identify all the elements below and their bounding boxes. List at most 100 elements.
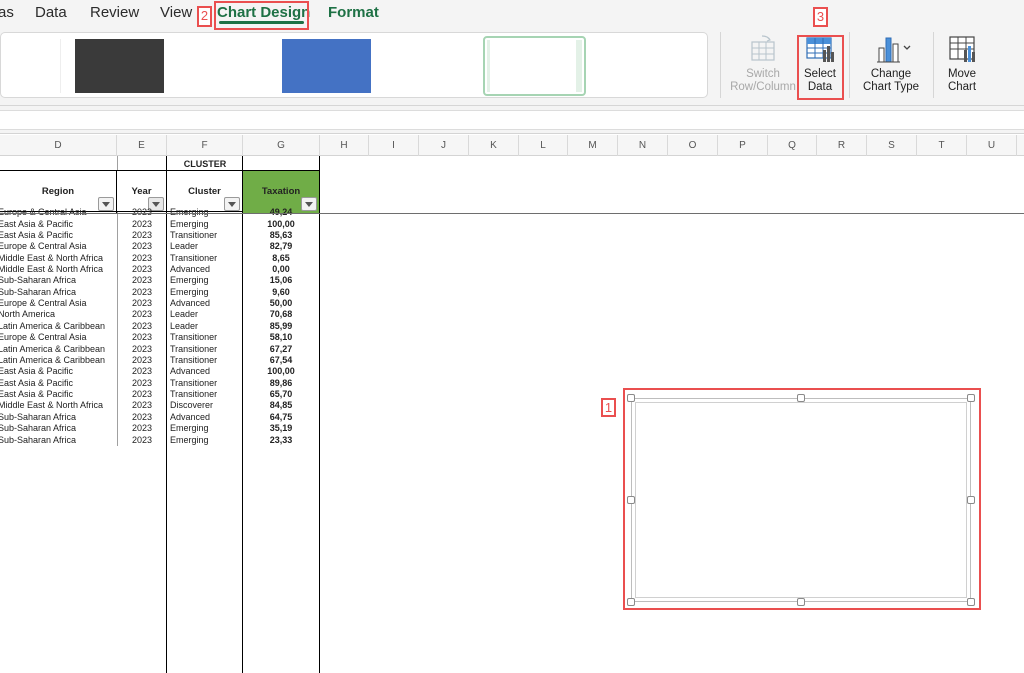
cell-cluster: Advanced [170, 263, 211, 274]
column-header-h[interactable]: H [320, 135, 369, 156]
cell-region: Middle East & North Africa [0, 263, 104, 274]
cell-taxation: 49,24 [269, 207, 293, 217]
cell-year: 2023 [131, 241, 153, 252]
column-header-g[interactable]: G [243, 135, 320, 156]
table-row[interactable]: Sub-Saharan Africa 2023 Emerging 35,19 [0, 423, 320, 434]
column-header-d[interactable]: D [0, 135, 117, 156]
cell-cluster: Leader [170, 309, 199, 320]
cell-taxation: 67,27 [269, 343, 293, 354]
cell-cluster: Discoverer [170, 400, 214, 411]
table-row-partial[interactable]: Europe & Central Asia 2023 Emerging 49,2… [0, 207, 320, 217]
cell-year: 2023 [131, 423, 153, 434]
cell-year: 2023 [131, 366, 153, 377]
column-header-p[interactable]: P [718, 135, 768, 156]
menu-tab-data[interactable]: Data [35, 4, 67, 21]
cell-region: Sub-Saharan Africa [0, 434, 77, 445]
header-taxation-label: Taxation [261, 186, 301, 197]
move-chart-label-line2: Chart [947, 81, 977, 93]
column-header-s[interactable]: S [867, 135, 917, 156]
column-headers: D E F G H I J K L M N O P Q R S T U [0, 135, 1024, 156]
table-row[interactable]: Sub-Saharan Africa 2023 Emerging 15,06 [0, 275, 320, 286]
cell-taxation: 85,99 [269, 320, 293, 331]
column-header-m[interactable]: M [568, 135, 618, 156]
table-row[interactable]: Middle East & North Africa 2023 Advanced 0,… [0, 264, 320, 275]
cell-cluster: Transitioner [170, 343, 218, 354]
column-header-k[interactable]: K [469, 135, 519, 156]
chart-style-4[interactable] [282, 39, 371, 93]
cell-region: Sub-Saharan Africa [0, 423, 77, 434]
cell-taxation: 0,00 [272, 263, 290, 274]
cell-year: 2023 [131, 411, 153, 422]
cell-region: East Asia & Pacific [0, 366, 74, 377]
chart-style-1[interactable] [1, 39, 61, 93]
cell-region: East Asia & Pacific [0, 377, 74, 388]
table-row[interactable]: Europe & Central Asia 2023 Advanced 50,00 [0, 298, 320, 309]
table-row[interactable]: Sub-Saharan Africa 2023 Emerging 9,60 [0, 287, 320, 298]
table-row[interactable]: East Asia & Pacific 2023 Transitioner 89,86 [0, 378, 320, 389]
table-row[interactable]: East Asia & Pacific 2023 Advanced 100,00 [0, 366, 320, 377]
column-header-f[interactable]: F [167, 135, 243, 156]
cell-region: East Asia & Pacific [0, 218, 74, 229]
column-header-o[interactable]: O [668, 135, 718, 156]
cell-year: 2023 [131, 229, 153, 240]
change-chart-type-button[interactable]: Change Chart Type [856, 32, 926, 100]
table-row[interactable]: Sub-Saharan Africa 2023 Emerging 23,33 [0, 435, 320, 446]
change-chart-type-label-line2: Chart Type [862, 81, 920, 93]
switch-row-column-button[interactable]: Switch Row/Column [727, 32, 799, 100]
column-header-e[interactable]: E [117, 135, 167, 156]
table-row[interactable]: Sub-Saharan Africa 2023 Advanced 64,75 [0, 412, 320, 423]
annotation-box-chart-design-tab [214, 1, 309, 30]
cell-cluster: Transitioner [170, 389, 218, 400]
table-row[interactable]: Europe & Central Asia 2023 Leader 82,79 [0, 241, 320, 252]
cell-taxation: 65,70 [269, 389, 293, 400]
cell-cluster: Advanced [170, 411, 211, 422]
switch-row-column-icon [751, 35, 775, 61]
chart-style-6-selected[interactable] [483, 36, 586, 96]
move-chart-button[interactable]: Move Chart [940, 32, 984, 100]
menu-tab-format[interactable]: Format [328, 4, 379, 21]
cell-year: 2023 [131, 252, 153, 263]
annotation-number-3: 3 [813, 7, 828, 27]
table-row[interactable]: North America 2023 Leader 70,68 [0, 309, 320, 320]
menu-tab-review[interactable]: Review [90, 4, 139, 21]
chart-style-2[interactable] [75, 39, 164, 93]
table-row[interactable]: Middle East & North Africa 2023 Discoverer… [0, 400, 320, 411]
table-row[interactable]: East Asia & Pacific 2023 Transitioner 65,70 [0, 389, 320, 400]
cell-taxation: 89,86 [269, 377, 293, 388]
table-row[interactable]: Middle East & North Africa 2023 Transition… [0, 253, 320, 264]
cell-cluster: Leader [170, 320, 199, 331]
table-row[interactable]: Latin America & Caribbean 2023 Transitione… [0, 344, 320, 355]
change-chart-type-label-line1: Change [870, 68, 912, 80]
menu-tab-formulas[interactable]: as [0, 4, 14, 21]
table-row[interactable]: Latin America & Caribbean 2023 Leader 85,99 [0, 321, 320, 332]
cell-taxation: 50,00 [269, 298, 293, 309]
cell-taxation: 35,19 [269, 423, 293, 434]
chart-style-gallery[interactable] [0, 32, 708, 98]
column-header-r[interactable]: R [817, 135, 867, 156]
menu-tab-view[interactable]: View [160, 4, 192, 21]
column-header-i[interactable]: I [369, 135, 419, 156]
column-header-n[interactable]: N [618, 135, 668, 156]
chart-style-5[interactable] [387, 39, 476, 93]
formula-bar-area [0, 106, 1024, 134]
column-header-q[interactable]: Q [768, 135, 817, 156]
column-header-j[interactable]: J [419, 135, 469, 156]
column-header-l[interactable]: L [519, 135, 568, 156]
cell-taxation: 9,60 [272, 286, 290, 297]
formula-input[interactable] [0, 110, 1024, 130]
column-header-t[interactable]: T [917, 135, 967, 156]
freeze-pane-line [0, 213, 1024, 214]
cell-cluster: Advanced [170, 366, 211, 377]
cell-taxation: 82,79 [269, 241, 293, 252]
column-header-u[interactable]: U [967, 135, 1017, 156]
cell-year: 2023 [131, 286, 153, 297]
table-row[interactable]: Europe & Central Asia 2023 Transitioner 58,… [0, 332, 320, 343]
table-row[interactable]: East Asia & Pacific 2023 Emerging 100,00 [0, 219, 320, 230]
cell-year: 2023 [131, 400, 153, 411]
cell-cluster: Advanced [170, 298, 211, 309]
table-row[interactable]: Latin America & Caribbean 2023 Transitione… [0, 355, 320, 366]
cell-taxation: 8,65 [272, 252, 290, 263]
chart-style-3[interactable] [179, 39, 268, 93]
table-row[interactable]: East Asia & Pacific 2023 Transitioner 85,63 [0, 230, 320, 241]
table-header-row: Region Year Cluster Taxation [0, 170, 320, 213]
